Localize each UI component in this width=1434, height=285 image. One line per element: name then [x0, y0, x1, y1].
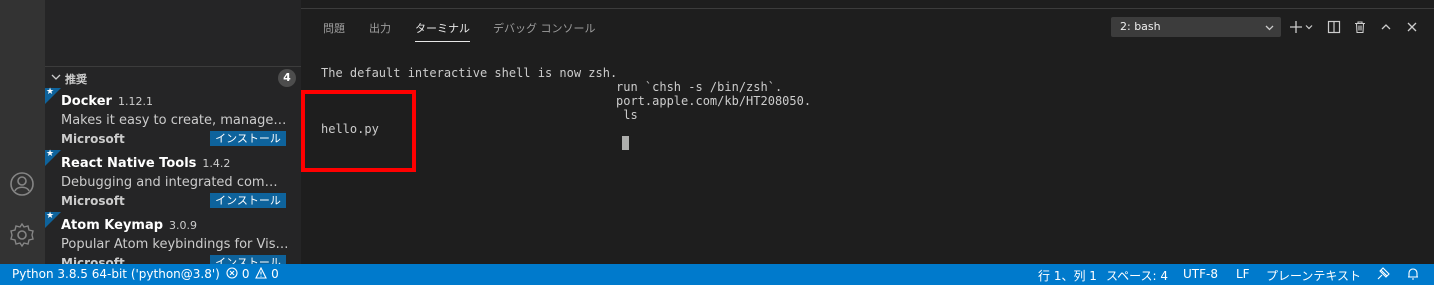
trash-icon [1355, 21, 1365, 34]
tab-terminal[interactable]: ターミナル [415, 20, 470, 36]
recommended-section-header[interactable]: 推奨 4 [45, 66, 301, 88]
extension-version: 1.4.2 [202, 157, 231, 170]
terminal-launch-profile-button[interactable] [1303, 18, 1315, 36]
extension-version: 1.12.1 [117, 95, 153, 108]
panel-divider [301, 8, 1434, 9]
close-panel-button[interactable] [1403, 18, 1421, 36]
extension-description: Debugging and integrated commands for Re… [61, 175, 289, 190]
error-count: 0 [241, 267, 250, 281]
terminal-line: ls [616, 108, 638, 122]
warning-icon [255, 266, 268, 279]
problems-status[interactable]: 0 0 [226, 266, 279, 281]
terminal-panel: 問題 出力 ターミナル デバッグ コンソール 2: bash The defau… [301, 0, 1434, 264]
account-icon[interactable] [8, 170, 36, 198]
active-tab-indicator [415, 41, 470, 42]
install-button[interactable]: インストール [210, 193, 286, 208]
language-mode-status[interactable]: プレーンテキスト [1266, 267, 1361, 284]
extension-item-atom-keymap[interactable]: ★ Atom Keymap 3.0.9 Popular Atom keybindi… [45, 211, 301, 264]
eol-status[interactable]: LF [1236, 267, 1250, 281]
terminal-line: run `chsh -s /bin/zsh`. [616, 80, 783, 94]
gear-icon[interactable] [8, 221, 36, 249]
close-icon [1407, 22, 1417, 32]
warning-count: 0 [271, 267, 279, 281]
kill-terminal-button[interactable] [1351, 18, 1369, 36]
extension-publisher: Microsoft [61, 256, 125, 264]
error-icon [226, 267, 238, 279]
extension-item-react-native-tools[interactable]: ★ React Native Tools 1.4.2 Debugging and … [45, 149, 301, 212]
install-button[interactable]: インストール [210, 255, 286, 264]
terminal-line: port.apple.com/kb/HT208050. [616, 94, 812, 108]
install-button[interactable]: インストール [210, 131, 286, 146]
extension-description: Popular Atom keybindings for Visual Stud… [61, 237, 289, 252]
terminal-line: The default interactive shell is now zsh… [321, 66, 618, 80]
section-count-badge: 4 [278, 69, 296, 87]
tab-output[interactable]: 出力 [369, 20, 391, 36]
highlight-annotation-box [301, 90, 416, 172]
extension-name: Docker [61, 94, 112, 109]
tab-debug-console[interactable]: デバッグ コンソール [493, 20, 596, 36]
terminal-select[interactable]: 2: bash [1111, 17, 1281, 37]
status-bar: Python 3.8.5 64-bit ('python@3.8') 0 0 行… [0, 264, 1434, 285]
extensions-sidebar: 推奨 4 ★ Docker 1.12.1 Makes it easy to cre… [45, 0, 301, 264]
extension-item-docker[interactable]: ★ Docker 1.12.1 Makes it easy to create, … [45, 87, 301, 150]
extension-name: Atom Keymap [61, 218, 164, 233]
maximize-panel-button[interactable] [1377, 18, 1395, 36]
extension-name: React Native Tools [61, 156, 197, 171]
chevron-up-icon [1381, 24, 1391, 30]
notifications-button[interactable] [1406, 267, 1420, 284]
terminal-cursor [622, 136, 629, 150]
cursor-position-status[interactable]: 行 1、列 1 [1038, 267, 1097, 284]
section-title: 推奨 [65, 73, 87, 86]
activity-bar [0, 0, 45, 264]
terminal-select-value: 2: bash [1120, 20, 1161, 33]
bell-icon [1408, 268, 1418, 280]
chevron-down-icon [1305, 25, 1313, 30]
extension-description: Makes it easy to create, manage, and deb… [61, 113, 289, 128]
star-icon: ★ [45, 87, 61, 104]
extension-publisher: Microsoft [61, 132, 125, 146]
star-icon: ★ [45, 149, 61, 166]
plus-icon [1290, 21, 1302, 33]
python-interpreter-status[interactable]: Python 3.8.5 64-bit ('python@3.8') [12, 267, 220, 281]
chevron-down-icon [51, 74, 61, 80]
chevron-down-icon [1265, 25, 1274, 31]
extension-publisher: Microsoft [61, 194, 125, 208]
extension-version: 3.0.9 [169, 219, 198, 232]
feedback-button[interactable] [1376, 267, 1390, 284]
indentation-status[interactable]: スペース: 4 [1106, 267, 1168, 284]
encoding-status[interactable]: UTF-8 [1183, 267, 1218, 281]
star-icon: ★ [45, 211, 61, 228]
remote-icon [1377, 267, 1390, 280]
split-terminal-button[interactable] [1325, 18, 1343, 36]
tab-problems[interactable]: 問題 [323, 20, 345, 36]
split-icon [1327, 20, 1341, 34]
